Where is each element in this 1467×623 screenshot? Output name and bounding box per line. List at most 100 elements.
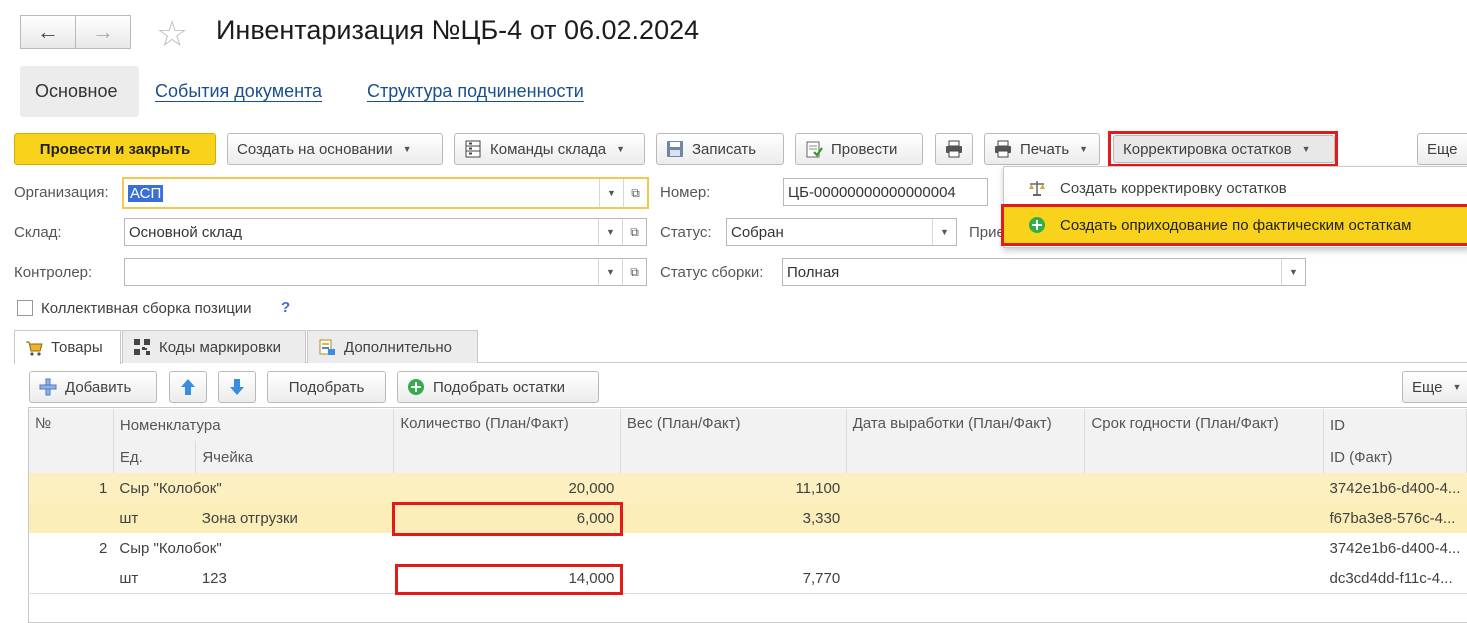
tab-marking-codes[interactable]: Коды маркировки (122, 330, 306, 363)
assembly-status-label: Статус сборки: (660, 264, 764, 281)
tab-marking-codes-label: Коды маркировки (159, 338, 281, 356)
table-more-button[interactable]: Еще ▼ (1402, 371, 1467, 403)
add-row-label: Добавить (65, 378, 132, 396)
number-value: ЦБ-00000000000000004 (788, 183, 956, 201)
table-row[interactable]: 1 Сыр "Колобок" 20,000 11,100 3742e1b6-d… (29, 473, 1467, 503)
tab-main[interactable]: Основное (20, 66, 139, 117)
move-up-button[interactable] (169, 371, 207, 403)
post-and-close-button[interactable]: Провести и закрыть (14, 133, 216, 165)
post-button[interactable]: Провести (795, 133, 923, 165)
menu-item-create-adjustment-label: Создать корректировку остатков (1060, 179, 1287, 197)
move-down-button[interactable] (218, 371, 256, 403)
row-id: 3742e1b6-d400-4... (1323, 473, 1467, 503)
highlight-adjust-button (1108, 131, 1338, 167)
dropdown-arrow-icon: ▼ (616, 144, 626, 154)
col-header-nomenclature[interactable]: Номенклатура (113, 409, 395, 441)
help-icon[interactable]: ? (281, 299, 290, 316)
collective-assembly-label: Коллективная сборка позиции (41, 300, 252, 317)
table-row[interactable]: 2 Сыр "Колобок" 3742e1b6-d400-4... (29, 533, 1467, 563)
more-button[interactable]: Еще (1417, 133, 1467, 165)
print-button[interactable]: Печать ▼ (984, 133, 1100, 165)
post-document-icon (805, 140, 823, 158)
add-row-button[interactable]: Добавить (29, 371, 157, 403)
number-label: Номер: (660, 184, 711, 201)
tab-document-events[interactable]: События документа (155, 81, 322, 102)
col-header-id-fact[interactable]: ID (Факт) (1323, 441, 1467, 473)
table-row[interactable]: шт 123 14,000 7,770 dc3cd4dd-f11c-4... (29, 563, 1467, 593)
row-qty-plan: 20,000 (393, 473, 621, 503)
col-header-expiry[interactable]: Срок годности (План/Факт) (1084, 409, 1324, 473)
green-plus-icon (407, 378, 425, 396)
status-field[interactable]: Собран ▼ (726, 218, 957, 246)
row-number: 2 (99, 539, 108, 557)
row-nomenclature: Сыр "Колобок" (119, 539, 222, 557)
dropdown-arrow-icon: ▼ (402, 144, 412, 154)
col-header-unit[interactable]: Ед. (113, 441, 197, 473)
dropdown-arrow-icon[interactable]: ▼ (932, 219, 956, 245)
col-header-cell[interactable]: Ячейка (195, 441, 395, 473)
organization-value: АСП (128, 184, 164, 202)
dropdown-arrow-icon[interactable]: ▼ (599, 179, 623, 207)
col-header-weight[interactable]: Вес (План/Факт) (620, 409, 847, 473)
open-icon[interactable]: ⧉ (622, 259, 646, 285)
qr-code-icon (133, 338, 151, 356)
col-header-prod-date[interactable]: Дата выработки (План/Факт) (846, 409, 1086, 473)
assembly-status-field[interactable]: Полная ▼ (782, 258, 1306, 286)
save-button[interactable]: Записать (656, 133, 784, 165)
tab-additional[interactable]: Дополнительно (307, 330, 478, 363)
scales-icon (1028, 179, 1046, 197)
row-weight-plan: 11,100 (620, 473, 847, 503)
pick-balances-button[interactable]: Подобрать остатки (397, 371, 599, 403)
print-quick-button[interactable] (935, 133, 973, 165)
row-cell: Зона отгрузки (195, 503, 394, 533)
document-settings-icon (318, 338, 336, 356)
row-weight-fact: 7,770 (802, 569, 841, 587)
status-label: Статус: (660, 224, 712, 241)
tab-structure[interactable]: Структура подчиненности (367, 81, 584, 102)
menu-item-create-adjustment[interactable]: Создать корректировку остатков (1004, 170, 1467, 206)
tab-additional-label: Дополнительно (344, 338, 452, 356)
warehouse-field[interactable]: Основной склад ▼ ⧉ (124, 218, 647, 246)
shopping-cart-icon (25, 339, 43, 357)
create-based-on-label: Создать на основании (237, 140, 393, 158)
highlight-menu-item (1001, 204, 1467, 246)
plus-icon (39, 378, 57, 396)
warehouse-label: Склад: (14, 224, 62, 241)
floppy-disk-icon (666, 140, 684, 158)
table-row[interactable]: шт Зона отгрузки 6,000 3,330 f67ba3e8-57… (29, 503, 1467, 533)
pick-button[interactable]: Подобрать (267, 371, 386, 403)
dropdown-arrow-icon[interactable]: ▼ (1281, 259, 1305, 285)
forward-button[interactable]: → (75, 15, 131, 49)
dropdown-arrow-icon[interactable]: ▼ (598, 219, 622, 245)
assembly-status-value: Полная (787, 263, 840, 281)
row-id-fact: dc3cd4dd-f11c-4... (1329, 569, 1453, 587)
pick-label: Подобрать (288, 378, 365, 396)
organization-field[interactable]: АСП ▼ ⧉ (122, 177, 649, 209)
responsible-label: Прие (969, 224, 1005, 241)
row-divider (28, 593, 1467, 594)
tab-goods-label: Товары (51, 339, 103, 356)
open-icon[interactable]: ⧉ (622, 219, 646, 245)
table-more-label: Еще (1412, 378, 1443, 396)
tab-goods[interactable]: Товары (14, 330, 121, 364)
back-button[interactable]: ← (20, 15, 76, 49)
warehouse-commands-button[interactable]: Команды склада ▼ (454, 133, 645, 165)
favorite-star-icon[interactable]: ☆ (156, 13, 188, 55)
col-header-qty[interactable]: Количество (План/Факт) (393, 409, 621, 473)
row-number: 1 (29, 473, 114, 503)
number-field[interactable]: ЦБ-00000000000000004 (783, 178, 988, 206)
goods-table: № Номенклатура Количество (План/Факт) Ве… (29, 409, 1467, 593)
open-icon[interactable]: ⧉ (623, 179, 647, 207)
arrow-down-icon (228, 378, 246, 396)
col-header-id[interactable]: ID (1323, 409, 1467, 441)
row-weight-fact: 3,330 (620, 503, 847, 533)
highlight-qty-row2 (395, 564, 623, 595)
arrow-up-icon (179, 378, 197, 396)
create-based-on-button[interactable]: Создать на основании ▼ (227, 133, 443, 165)
dropdown-arrow-icon[interactable]: ▼ (598, 259, 622, 285)
collective-assembly-checkbox[interactable] (17, 300, 33, 316)
row-id: 3742e1b6-d400-4... (1329, 539, 1461, 557)
highlight-qty-row1 (392, 502, 623, 536)
controller-field[interactable]: ▼ ⧉ (124, 258, 647, 286)
row-nomenclature: Сыр "Колобок" (113, 473, 394, 503)
